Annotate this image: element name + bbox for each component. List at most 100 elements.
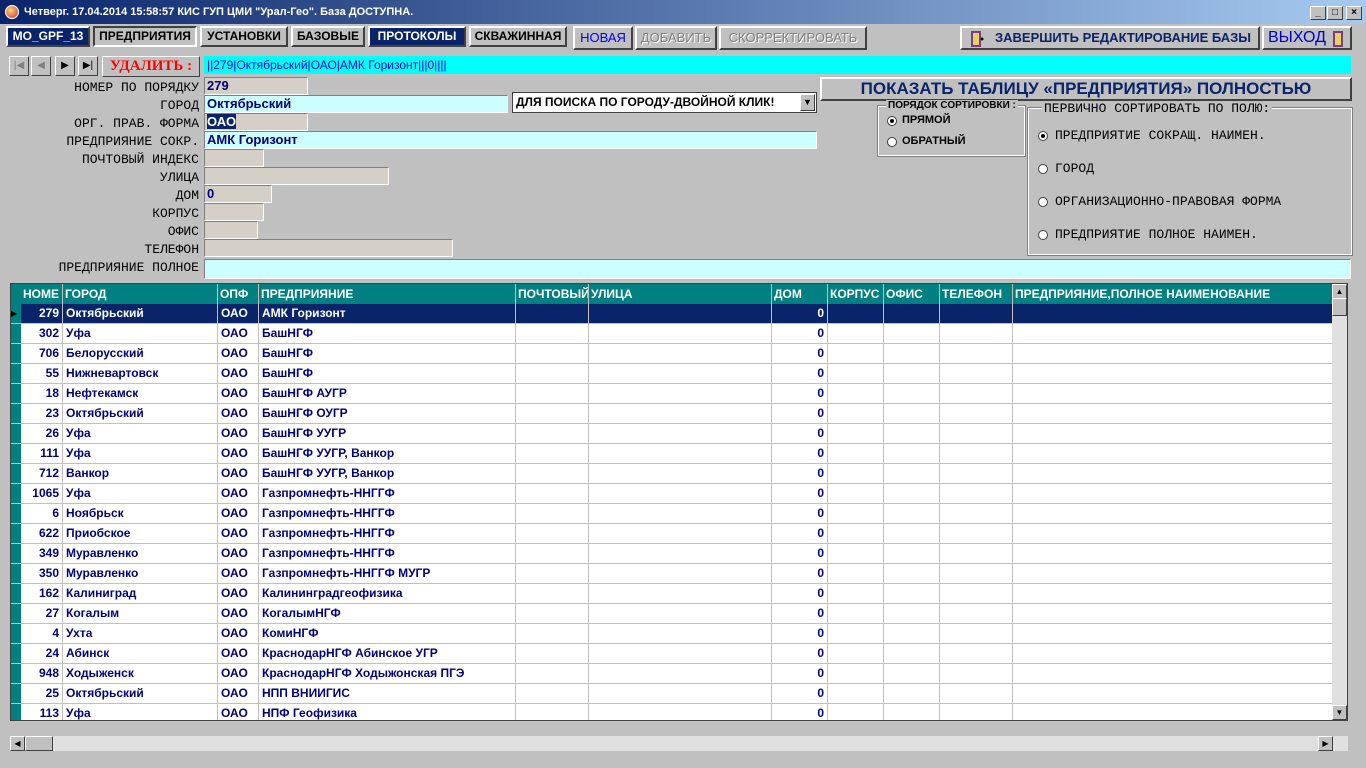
column-header[interactable]: ОФИС [884, 284, 940, 304]
table-cell[interactable]: ОАО [218, 644, 259, 664]
table-row[interactable]: 162 Калиниград ОАО Калининградгеофизика 0 [11, 584, 1333, 604]
table-row[interactable]: 55 Нижневартовск ОАО БашНГФ 0 [11, 364, 1333, 384]
table-cell[interactable]: НПФ Геофизика [259, 704, 516, 720]
table-row[interactable]: 23 Октябрьский ОАО БашНГФ ОУГР 0 [11, 404, 1333, 424]
sort-by-city-radio[interactable] [1038, 164, 1048, 174]
column-header[interactable]: ПРЕДПРИЯНИЕ [259, 284, 516, 304]
table-cell[interactable] [884, 684, 940, 704]
table-cell[interactable] [940, 344, 1013, 364]
table-cell[interactable] [884, 584, 940, 604]
table-cell[interactable]: Ванкор [63, 464, 218, 484]
table-cell[interactable] [589, 344, 772, 364]
table-cell[interactable]: БашНГФ [259, 344, 516, 364]
show-full-table-button[interactable]: ПОКАЗАТЬ ТАБЛИЦУ «ПРЕДПРИЯТИЯ» ПОЛНОСТЬЮ [820, 77, 1352, 101]
table-cell[interactable] [940, 464, 1013, 484]
short-name-field[interactable]: АМК Горизонт [204, 131, 817, 149]
table-cell[interactable]: КогалымНГФ [259, 604, 516, 624]
scroll-up-icon[interactable]: ▲ [1332, 284, 1347, 299]
table-cell[interactable] [828, 524, 884, 544]
table-cell[interactable] [1013, 544, 1333, 564]
row-indicator[interactable] [11, 364, 21, 384]
table-cell[interactable] [589, 524, 772, 544]
row-indicator[interactable] [11, 504, 21, 524]
table-cell[interactable] [828, 644, 884, 664]
row-indicator[interactable] [11, 664, 21, 684]
table-cell[interactable] [589, 404, 772, 424]
table-cell[interactable]: Газпромнефть-ННГГФ [259, 484, 516, 504]
table-row[interactable]: 350 Муравленко ОАО Газпромнефть-ННГГФ МУГР 0 [11, 564, 1333, 584]
tab-base[interactable]: БАЗОВЫЕ [291, 26, 365, 47]
table-cell[interactable] [516, 344, 589, 364]
legal-form-field[interactable]: ОАО [204, 113, 308, 131]
row-indicator[interactable] [11, 424, 21, 444]
table-cell[interactable] [940, 564, 1013, 584]
table-cell[interactable] [516, 664, 589, 684]
table-row[interactable]: 706 Белорусский ОАО БашНГФ 0 [11, 344, 1333, 364]
table-row[interactable]: 1065 Уфа ОАО Газпромнефть-ННГГФ 0 [11, 484, 1333, 504]
table-cell[interactable] [828, 604, 884, 624]
house-field[interactable]: 0 [204, 185, 272, 203]
table-cell[interactable] [589, 584, 772, 604]
phone-field[interactable] [204, 239, 453, 257]
close-button[interactable]: × [1346, 6, 1362, 20]
tab-borehole[interactable]: СКВАЖИННАЯ [469, 26, 567, 47]
table-cell[interactable] [1013, 564, 1333, 584]
row-indicator[interactable] [11, 684, 21, 704]
table-cell[interactable]: Газпромнефть-ННГГФ [259, 524, 516, 544]
table-cell[interactable] [516, 384, 589, 404]
table-cell[interactable] [940, 664, 1013, 684]
table-cell[interactable]: Ноябрьск [63, 504, 218, 524]
table-cell[interactable] [516, 324, 589, 344]
table-cell[interactable] [589, 544, 772, 564]
table-cell[interactable]: Нефтекамск [63, 384, 218, 404]
table-cell[interactable] [516, 584, 589, 604]
row-indicator[interactable] [11, 544, 21, 564]
table-cell[interactable] [884, 324, 940, 344]
table-cell[interactable] [940, 384, 1013, 404]
row-indicator[interactable] [11, 384, 21, 404]
row-indicator[interactable] [11, 344, 21, 364]
table-cell[interactable] [1013, 604, 1333, 624]
table-cell[interactable] [884, 624, 940, 644]
table-cell[interactable]: ОАО [218, 544, 259, 564]
sort-by-legal-form-radio[interactable] [1038, 197, 1048, 207]
sort-by-full-name-radio[interactable] [1038, 230, 1048, 240]
table-cell[interactable]: 0 [772, 364, 828, 384]
street-field[interactable] [204, 167, 389, 185]
table-cell[interactable]: Октябрьский [63, 404, 218, 424]
table-cell[interactable]: БашНГФ УУГР, Ванкор [259, 464, 516, 484]
table-cell[interactable] [1013, 324, 1333, 344]
table-cell[interactable] [884, 664, 940, 684]
table-cell[interactable] [828, 424, 884, 444]
table-cell[interactable] [884, 704, 940, 720]
scroll-thumb[interactable] [1332, 298, 1347, 316]
table-cell[interactable] [828, 404, 884, 424]
table-cell[interactable] [516, 684, 589, 704]
table-cell[interactable]: ОАО [218, 584, 259, 604]
table-row[interactable]: 948 Ходыженск ОАО КраснодарНГФ Ходыжонская … [11, 664, 1333, 684]
last-record-button[interactable]: ▶| [78, 56, 98, 76]
city-search-select[interactable]: ДЛЯ ПОИСКА ПО ГОРОДУ-ДВОЙНОЙ КЛИК! [512, 92, 817, 113]
table-cell[interactable] [516, 524, 589, 544]
scroll-down-icon[interactable]: ▼ [1332, 705, 1347, 720]
table-cell[interactable] [1013, 384, 1333, 404]
table-cell[interactable] [589, 384, 772, 404]
row-indicator[interactable] [11, 604, 21, 624]
column-header[interactable]: ОПФ [218, 284, 259, 304]
table-cell[interactable]: 55 [21, 364, 63, 384]
column-header[interactable]: ГОРОД [63, 284, 218, 304]
table-cell[interactable]: НПП ВНИИГИС [259, 684, 516, 704]
row-indicator[interactable] [11, 584, 21, 604]
table-cell[interactable]: Газпромнефть-ННГГФ [259, 504, 516, 524]
table-cell[interactable]: Газпромнефть-ННГГФ [259, 544, 516, 564]
table-cell[interactable]: БашНГФ [259, 364, 516, 384]
table-cell[interactable] [589, 664, 772, 684]
table-cell[interactable]: ОАО [218, 504, 259, 524]
table-cell[interactable] [828, 464, 884, 484]
table-cell[interactable] [884, 304, 940, 324]
table-cell[interactable]: 948 [21, 664, 63, 684]
table-cell[interactable] [1013, 644, 1333, 664]
table-cell[interactable]: 349 [21, 544, 63, 564]
sort-reverse-radio[interactable] [887, 137, 897, 147]
column-header[interactable]: КОРПУС [828, 284, 884, 304]
